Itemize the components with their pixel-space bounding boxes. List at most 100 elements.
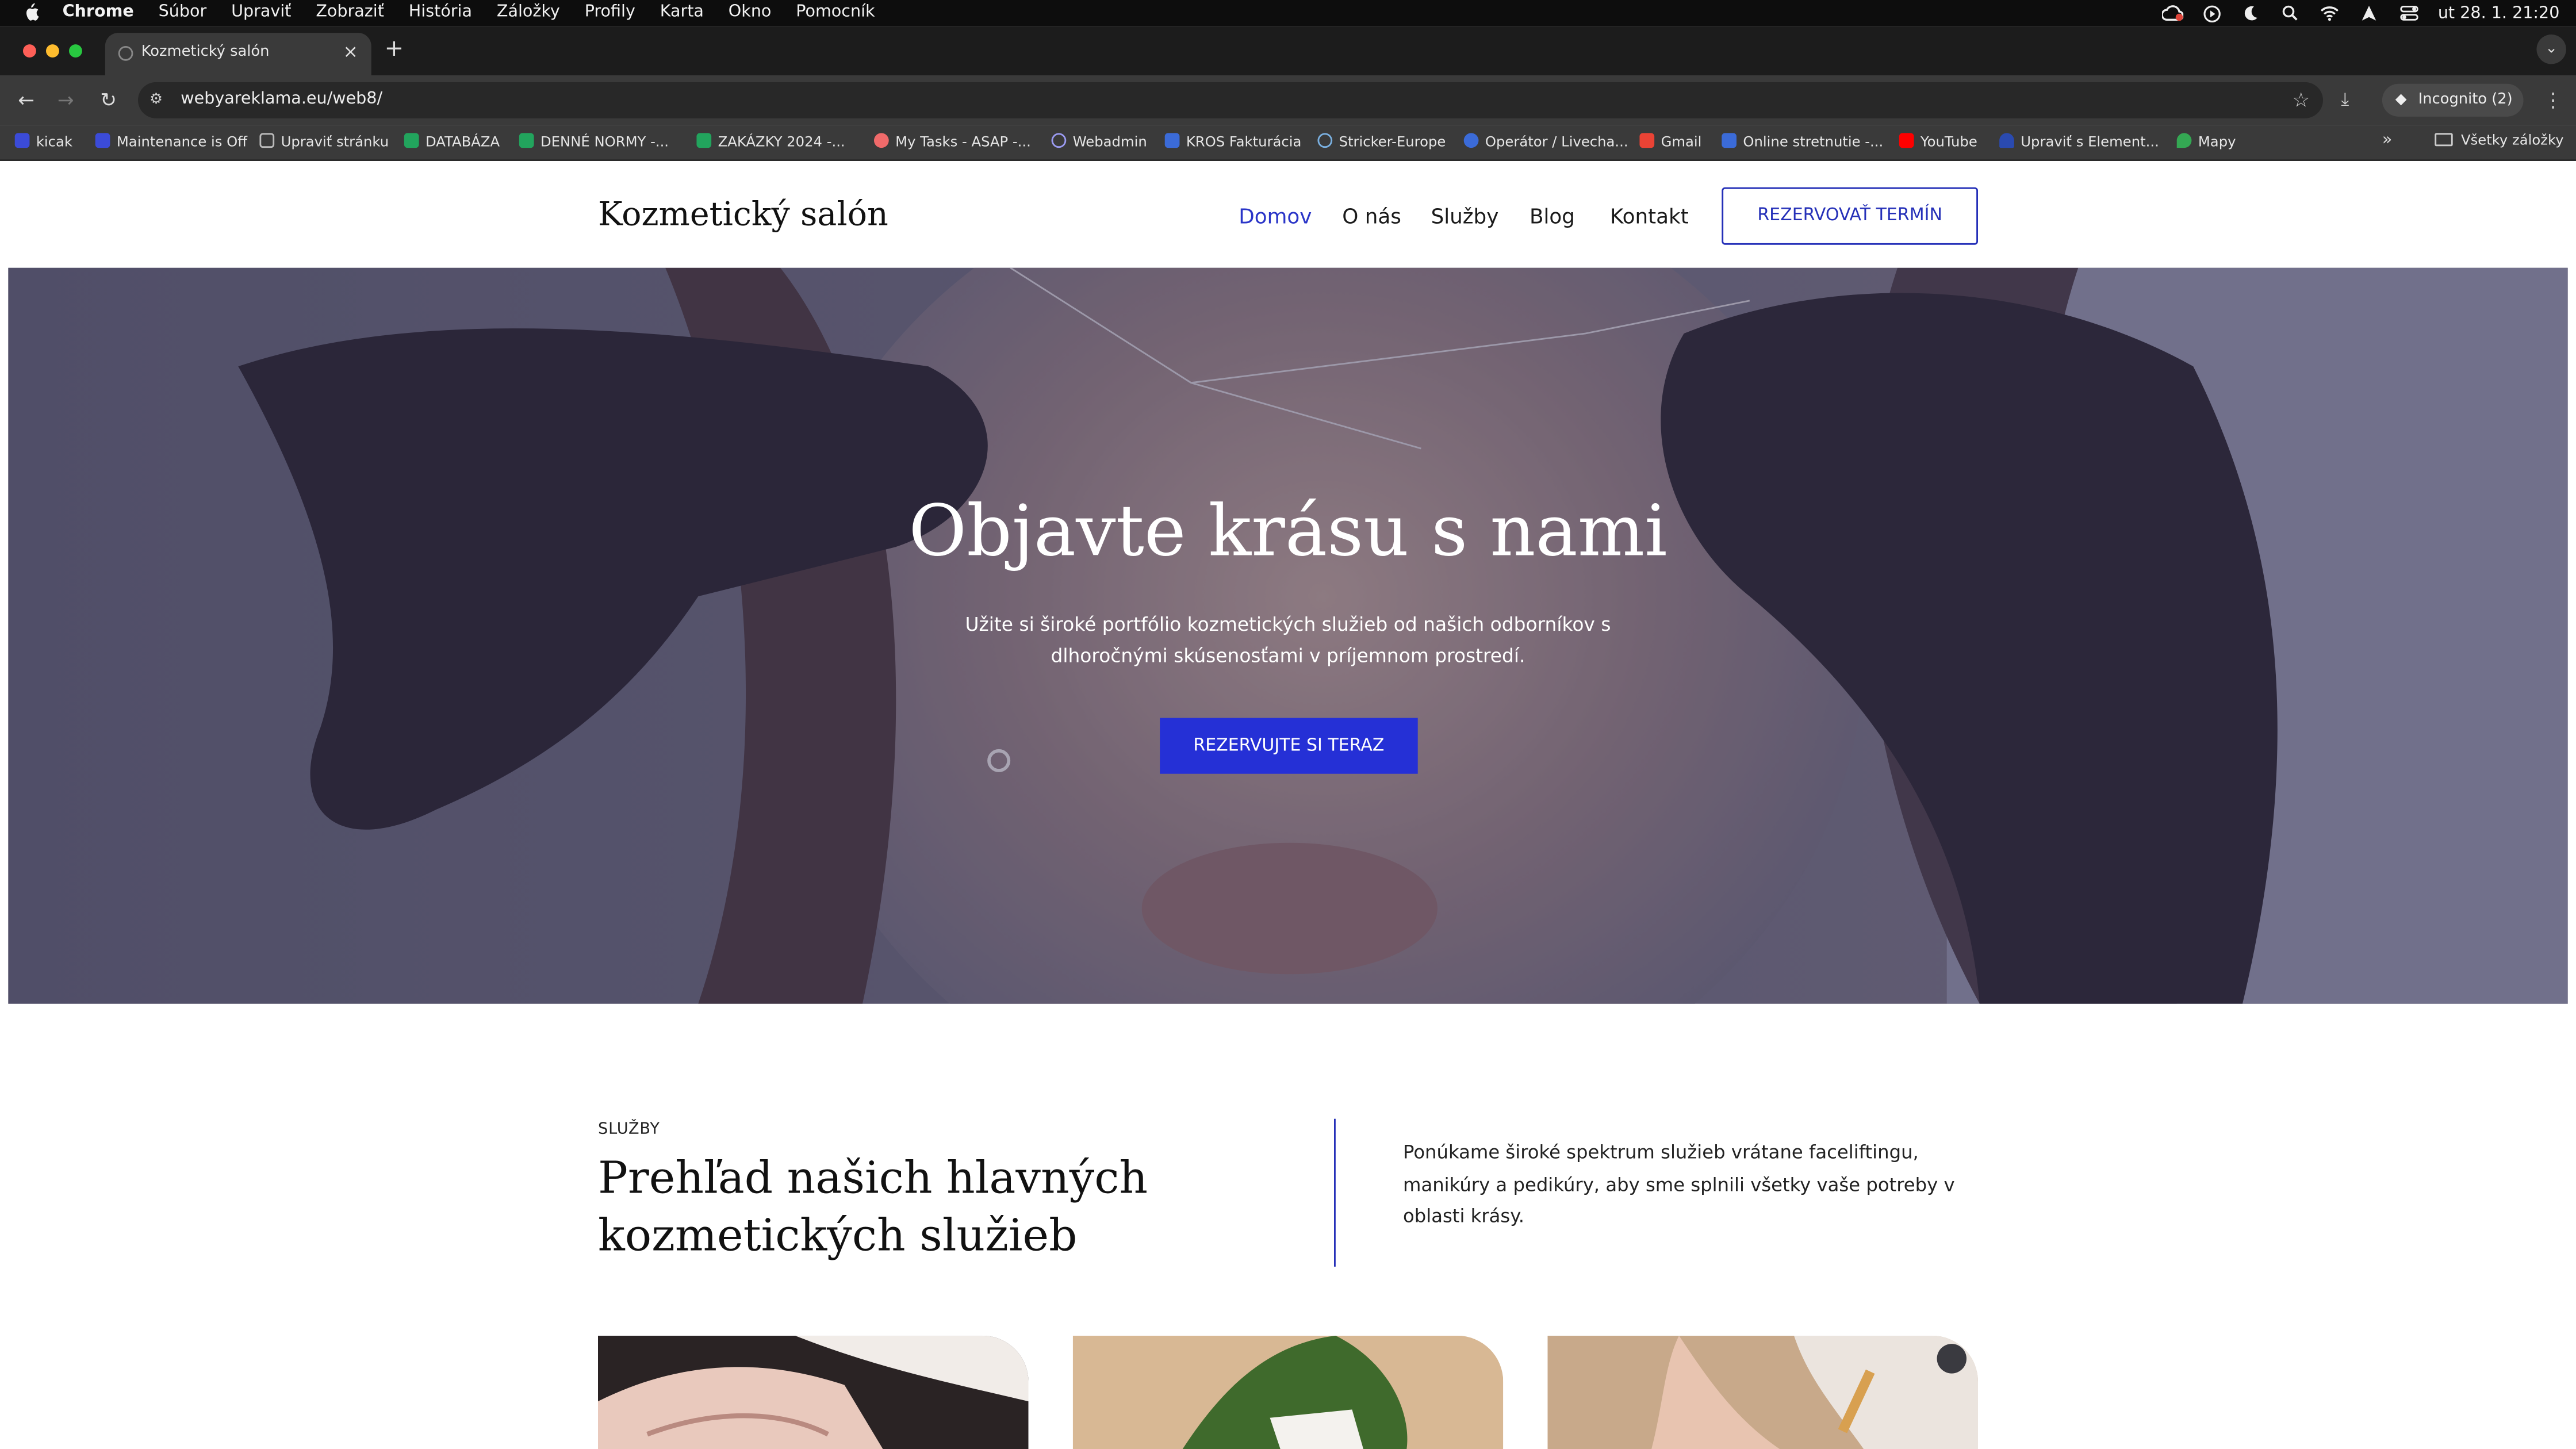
- menu-app-name[interactable]: Chrome: [63, 0, 134, 26]
- moon-icon[interactable]: [2241, 3, 2262, 23]
- nav-link-contact[interactable]: Kontakt: [1610, 204, 1689, 228]
- browser-tab-active[interactable]: Kozmetický salón ×: [105, 33, 371, 76]
- bookmark-label: Webadmin: [1072, 135, 1147, 151]
- bookmarks-overflow-chevron-icon[interactable]: »: [2382, 132, 2393, 150]
- bookmark-calendar-icon: [1722, 133, 1736, 148]
- bookmark-globe-icon: [1317, 133, 1333, 148]
- site-info-icon[interactable]: ⚙: [150, 90, 169, 110]
- services-heading: Prehľad našich hlavných kozmetických slu…: [598, 1153, 1148, 1262]
- bookmark-label: Stricker-Europe: [1339, 135, 1446, 151]
- bookmark-label: ZAKÁZKY 2024 -...: [718, 135, 845, 151]
- bookmark-label: YouTube: [1920, 135, 1977, 151]
- bookmark-sheets-icon: [519, 133, 534, 148]
- bookmark-person-icon: [95, 133, 110, 148]
- address-bar-url[interactable]: webyareklama.eu/web8/: [181, 90, 382, 108]
- nav-link-home[interactable]: Domov: [1239, 204, 1312, 228]
- menubar-clock[interactable]: ut 28. 1. 21:20: [2438, 4, 2560, 22]
- bookmark-label: DATABÁZA: [425, 135, 500, 151]
- address-bar[interactable]: ⚙ webyareklama.eu/web8/ ☆: [138, 82, 2323, 118]
- all-bookmarks-folder[interactable]: Všetky záložky: [2435, 133, 2564, 150]
- control-center-icon[interactable]: [2398, 3, 2420, 23]
- window-close-icon[interactable]: [23, 44, 36, 57]
- bookmark-gmail-icon: [1639, 133, 1655, 148]
- service-card-image-manicure[interactable]: [598, 1335, 1029, 1449]
- bookmark-item[interactable]: Stricker-Europe: [1317, 133, 1446, 152]
- tab-close-icon[interactable]: ×: [343, 41, 358, 62]
- bookmark-item[interactable]: kicak: [14, 133, 72, 152]
- bookmark-label: DENNÉ NORMY -...: [540, 135, 669, 151]
- creative-cloud-icon[interactable]: [2161, 3, 2183, 23]
- nav-link-about[interactable]: O nás: [1342, 204, 1401, 228]
- menu-tab[interactable]: Karta: [660, 0, 704, 26]
- bookmark-item[interactable]: Operátor / Livecha...: [1463, 133, 1628, 152]
- wifi-icon[interactable]: [2320, 3, 2341, 23]
- bookmark-label: My Tasks - ASAP -...: [895, 135, 1031, 151]
- menu-profiles[interactable]: Profily: [585, 0, 635, 26]
- tab-search-chevron-icon[interactable]: ⌄: [2536, 34, 2566, 64]
- bookmark-item[interactable]: Webadmin: [1051, 133, 1147, 152]
- apple-icon[interactable]: [23, 3, 40, 21]
- search-icon[interactable]: [2280, 3, 2302, 23]
- menu-history[interactable]: História: [409, 0, 472, 26]
- menu-window[interactable]: Okno: [729, 0, 772, 26]
- services-eyebrow: SLUŽBY: [598, 1120, 660, 1138]
- bookmark-star-icon[interactable]: ☆: [2292, 89, 2310, 112]
- menu-file[interactable]: Súbor: [159, 0, 207, 26]
- bookmark-label: Mapy: [2198, 135, 2236, 151]
- bookmark-item[interactable]: Gmail: [1639, 133, 1701, 152]
- bookmark-item[interactable]: Upraviť s Element...: [1999, 133, 2159, 152]
- site-logo[interactable]: Kozmetický salón: [598, 194, 888, 233]
- bookmark-item[interactable]: Mapy: [2176, 133, 2236, 152]
- location-arrow-icon[interactable]: [2359, 3, 2380, 23]
- window-zoom-icon[interactable]: [69, 44, 82, 57]
- new-tab-plus-icon[interactable]: +: [385, 36, 404, 63]
- bookmark-label: KROS Fakturácia: [1186, 135, 1302, 151]
- incognito-icon: ◆: [2395, 92, 2407, 109]
- reload-icon[interactable]: ↻: [97, 89, 120, 112]
- menu-view[interactable]: Zobraziť: [316, 0, 384, 26]
- hero-book-now-button[interactable]: REZERVUJTE SI TERAZ: [1160, 718, 1418, 774]
- menu-edit[interactable]: Upraviť: [231, 0, 291, 26]
- bookmark-label: Online stretnutie -...: [1743, 135, 1884, 151]
- bookmark-item[interactable]: YouTube: [1899, 133, 1977, 152]
- book-appointment-button[interactable]: REZERVOVAŤ TERMÍN: [1722, 187, 1978, 245]
- bookmark-item[interactable]: My Tasks - ASAP -...: [874, 133, 1031, 152]
- forward-arrow-icon[interactable]: →: [54, 89, 77, 112]
- folder-icon: [2435, 133, 2453, 147]
- service-card-image-skincare[interactable]: [1072, 1335, 1504, 1449]
- bookmark-item[interactable]: KROS Fakturácia: [1164, 133, 1302, 152]
- incognito-indicator[interactable]: ◆ Incognito (2): [2382, 83, 2524, 117]
- bookmark-item[interactable]: DENNÉ NORMY -...: [519, 133, 669, 152]
- bookmark-globe-icon: [1051, 133, 1067, 148]
- bookmark-item[interactable]: Online stretnutie -...: [1722, 133, 1883, 152]
- bookmark-person-icon: [14, 133, 30, 148]
- services-divider: [1334, 1118, 1336, 1267]
- back-arrow-icon[interactable]: ←: [15, 89, 38, 112]
- bookmark-item[interactable]: ZAKÁZKY 2024 -...: [696, 133, 845, 152]
- bookmark-youtube-icon: [1899, 133, 1914, 148]
- hero-title: Objavte krásu s nami: [908, 491, 1667, 574]
- bookmark-sparkle-icon: [259, 133, 275, 148]
- menu-help[interactable]: Pomocník: [796, 0, 875, 26]
- bookmark-label: Operátor / Livecha...: [1485, 135, 1628, 151]
- nav-link-services[interactable]: Služby: [1431, 204, 1499, 228]
- bookmark-item[interactable]: Upraviť stránku: [259, 133, 389, 152]
- window-minimize-icon[interactable]: [46, 44, 59, 57]
- bookmark-label: Upraviť stránku: [281, 135, 389, 151]
- bookmark-label: Upraviť s Element...: [2021, 135, 2159, 151]
- bookmark-label: Gmail: [1661, 135, 1702, 151]
- browser-menu-kebab-icon[interactable]: ⋮: [2543, 89, 2563, 112]
- tab-favicon-icon: [118, 46, 133, 61]
- bookmark-item[interactable]: DATABÁZA: [404, 133, 500, 152]
- bookmark-map-pin-icon: [2176, 133, 2192, 148]
- nav-link-blog[interactable]: Blog: [1529, 204, 1575, 228]
- bookmark-item[interactable]: Maintenance is Off: [95, 133, 247, 152]
- macos-menu-bar: Chrome Súbor Upraviť Zobraziť História Z…: [0, 0, 2576, 26]
- download-icon[interactable]: ⤓: [2341, 89, 2364, 112]
- incognito-label: Incognito (2): [2418, 92, 2513, 109]
- service-card-image-facial[interactable]: [1547, 1335, 1978, 1449]
- menu-bookmarks[interactable]: Záložky: [497, 0, 560, 26]
- play-circle-icon[interactable]: [2201, 3, 2222, 23]
- services-description: Ponúkame široké spektrum služieb vrátane…: [1403, 1141, 1955, 1228]
- bookmark-label: Maintenance is Off: [116, 135, 247, 151]
